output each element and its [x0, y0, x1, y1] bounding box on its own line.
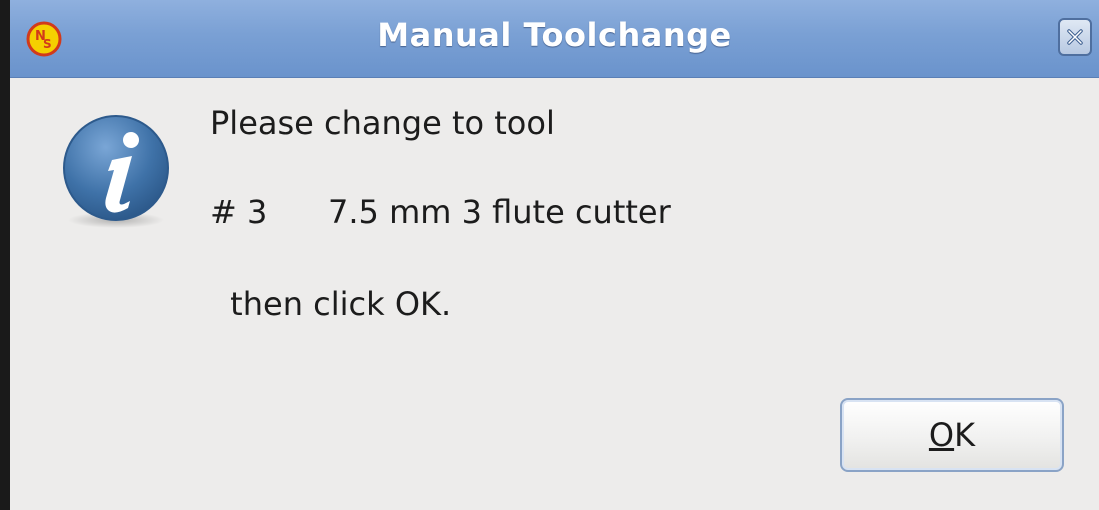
- title-bar[interactable]: N S Manual Toolchange: [10, 0, 1099, 78]
- tool-description: 7.5 mm 3 flute cutter: [328, 193, 671, 231]
- close-icon: [1067, 29, 1083, 45]
- manual-toolchange-dialog: N S Manual Toolchange Please change to t…: [10, 0, 1099, 510]
- message-line-1: Please change to tool: [210, 104, 555, 142]
- window-title: Manual Toolchange: [377, 16, 732, 54]
- ok-button-label: K: [954, 416, 976, 454]
- message-line-3: then click OK.: [220, 285, 452, 323]
- ok-button-mnemonic: O: [928, 416, 955, 454]
- ok-button[interactable]: OK: [840, 398, 1064, 472]
- close-button[interactable]: [1058, 18, 1092, 56]
- tool-number: # 3: [210, 193, 268, 231]
- info-icon: [60, 112, 188, 230]
